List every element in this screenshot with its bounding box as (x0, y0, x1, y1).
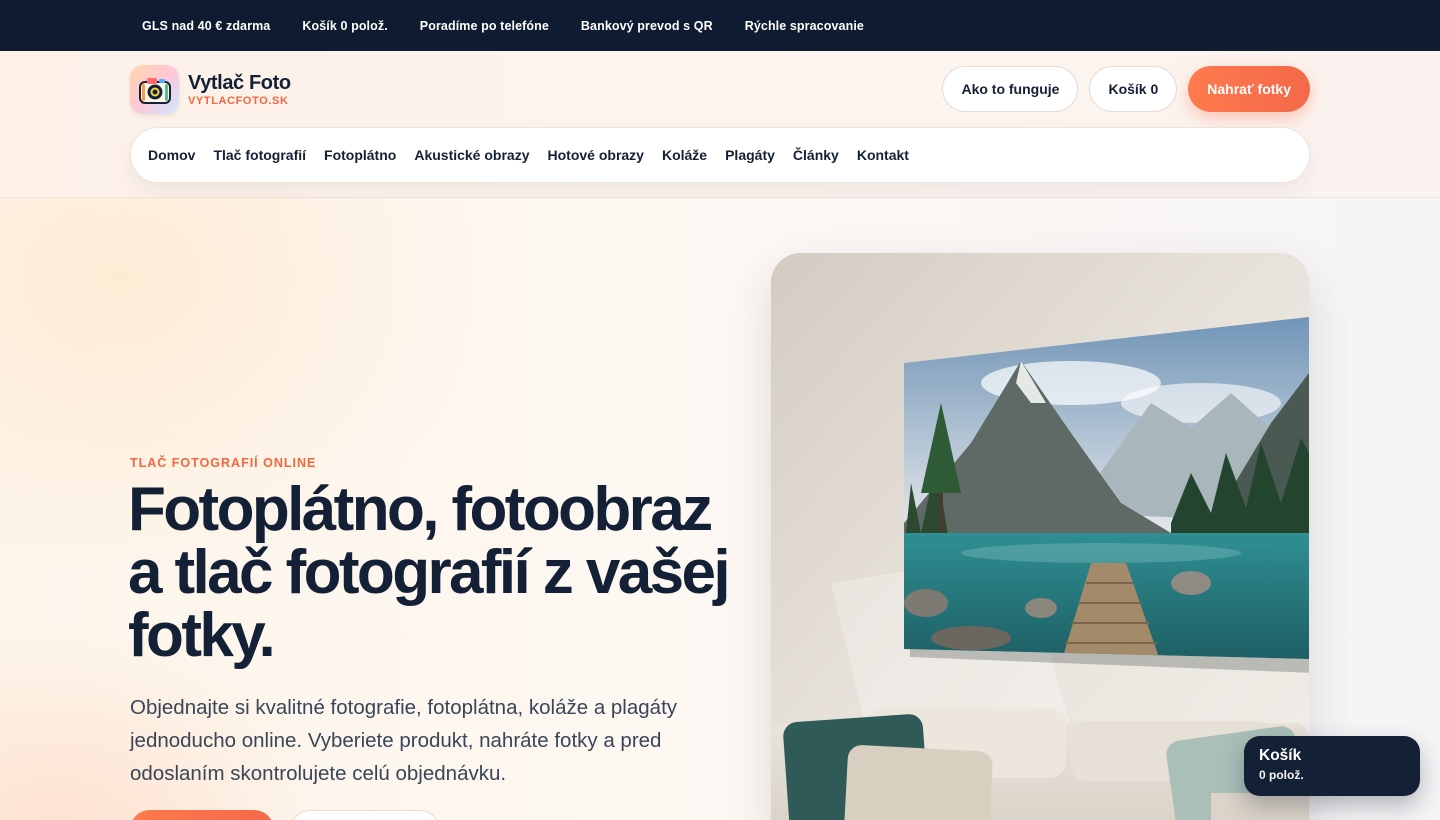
nav-item-ready-prints[interactable]: Hotové obrazy (548, 147, 644, 163)
nav-item-posters[interactable]: Plagáty (725, 147, 775, 163)
site-header: Vytlač Foto VYTLACFOTO.SK Ako to funguje… (0, 51, 1440, 198)
hero-description: Objednajte si kvalitné fotografie, fotop… (130, 696, 678, 785)
logo-link[interactable]: Vytlač Foto VYTLACFOTO.SK (130, 65, 291, 114)
topbar-item-phone: Poradíme po telefóne (419, 18, 549, 33)
nav-item-home[interactable]: Domov (148, 147, 195, 163)
floating-cart[interactable]: Košík 0 polož. (1244, 736, 1420, 796)
canvas-photo-image (771, 253, 1309, 820)
upload-photos-button[interactable]: Nahrať fotky (1188, 66, 1310, 112)
hero-headline: Fotoplátno, fotoobraz a tlač fotografií … (128, 478, 748, 667)
top-info-bar: GLS nad 40 € zdarma Košík 0 polož. Porad… (0, 0, 1440, 51)
topbar-item-fast-processing: Rýchle spracovanie (744, 18, 864, 33)
header-actions: Ako to funguje Košík 0 Nahrať fotky (942, 66, 1310, 112)
cart-button[interactable]: Košík 0 (1089, 66, 1178, 112)
brand-domain: VYTLACFOTO.SK (188, 94, 289, 107)
nav-item-contact[interactable]: Kontakt (857, 147, 909, 163)
topbar-item-cart: Košík 0 polož. (302, 18, 388, 33)
hero-section: TLAČ FOTOGRAFIÍ ONLINE Fotoplátno, fotoo… (0, 198, 1440, 820)
hero-primary-button[interactable] (130, 810, 274, 820)
nav-item-photo-print[interactable]: Tlač fotografií (213, 147, 306, 163)
topbar-item-shipping: GLS nad 40 € zdarma (142, 18, 271, 33)
nav-item-collages[interactable]: Koláže (662, 147, 707, 163)
hero-headline-line-1: Fotoplátno, fotoobraz (128, 475, 713, 544)
nav-item-canvas[interactable]: Fotoplátno (324, 147, 396, 163)
how-it-works-button[interactable]: Ako to funguje (942, 66, 1079, 112)
hero-secondary-button[interactable] (290, 810, 440, 820)
hero-headline-line-3: fotky. (128, 601, 276, 670)
topbar-item-qr-payment: Bankový prevod s QR (580, 18, 713, 33)
brand-name: Vytlač Foto (188, 71, 291, 94)
hero-eyebrow: TLAČ FOTOGRAFIÍ ONLINE (130, 456, 317, 470)
hero-headline-line-2: a tlač fotografií z vašej (128, 538, 731, 607)
floating-cart-count: 0 polož. (1259, 768, 1304, 782)
nav-item-articles[interactable]: Články (793, 147, 839, 163)
main-nav: Domov Tlač fotografií Fotoplátno Akustic… (130, 127, 1310, 183)
nav-item-acoustic[interactable]: Akustické obrazy (414, 147, 529, 163)
floating-cart-title: Košík (1259, 747, 1302, 764)
camera-icon (130, 65, 179, 114)
